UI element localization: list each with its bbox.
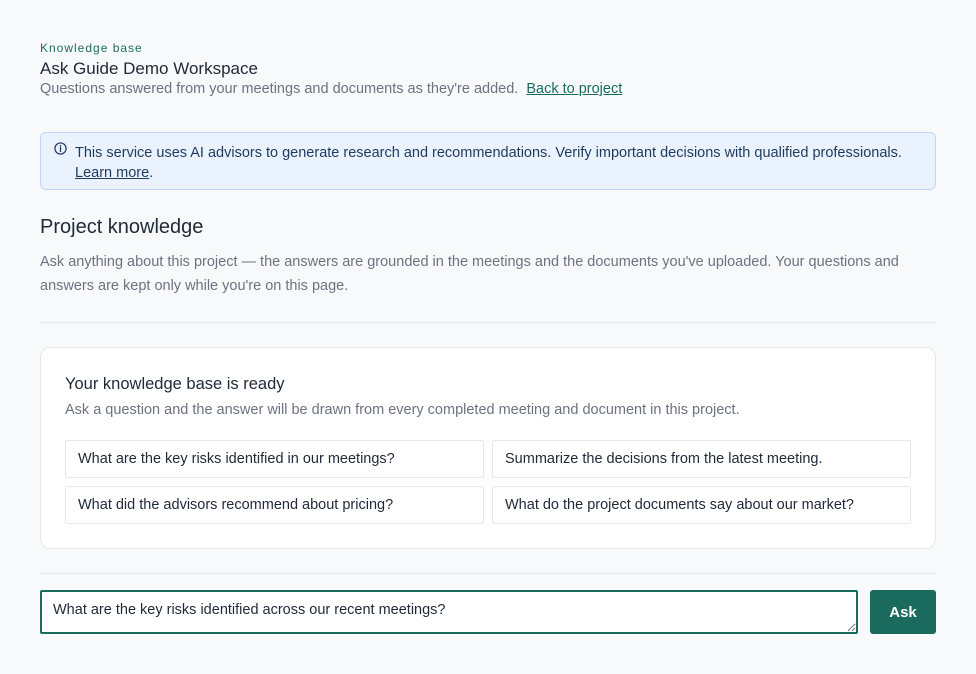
notice-message: This service uses AI advisors to generat… — [75, 145, 902, 161]
suggestion-button-market[interactable]: What do the project documents say about … — [492, 486, 911, 524]
card-title: Your knowledge base is ready — [65, 375, 285, 393]
learn-more-link[interactable]: Learn more — [75, 165, 149, 181]
page-subtitle: Questions answered from your meetings an… — [40, 81, 622, 97]
knowledge-ready-card: Your knowledge base is ready Ask a quest… — [40, 347, 936, 549]
input-divider — [40, 573, 936, 574]
section-title: Project knowledge — [40, 216, 204, 238]
suggestion-button-pricing[interactable]: What did the advisors recommend about pr… — [65, 486, 484, 524]
notice-text: This service uses AI advisors to generat… — [75, 143, 931, 183]
workspace-title: Ask Guide Demo Workspace — [40, 59, 258, 78]
suggestion-button-decisions[interactable]: Summarize the decisions from the latest … — [492, 440, 911, 478]
info-icon — [54, 142, 67, 155]
question-input[interactable]: What are the key risks identified across… — [40, 590, 858, 634]
ai-notice-banner: This service uses AI advisors to generat… — [40, 132, 936, 190]
eyebrow-label: Knowledge base — [40, 41, 143, 55]
suggestion-button-risks[interactable]: What are the key risks identified in our… — [65, 440, 484, 478]
section-divider — [40, 322, 936, 323]
card-description: Ask a question and the answer will be dr… — [65, 402, 740, 418]
notice-suffix: . — [149, 165, 154, 181]
subtitle-text: Questions answered from your meetings an… — [40, 81, 519, 97]
ask-button[interactable]: Ask — [870, 590, 936, 634]
back-to-project-link[interactable]: Back to project — [526, 81, 622, 97]
section-description: Ask anything about this project — the an… — [40, 254, 899, 294]
